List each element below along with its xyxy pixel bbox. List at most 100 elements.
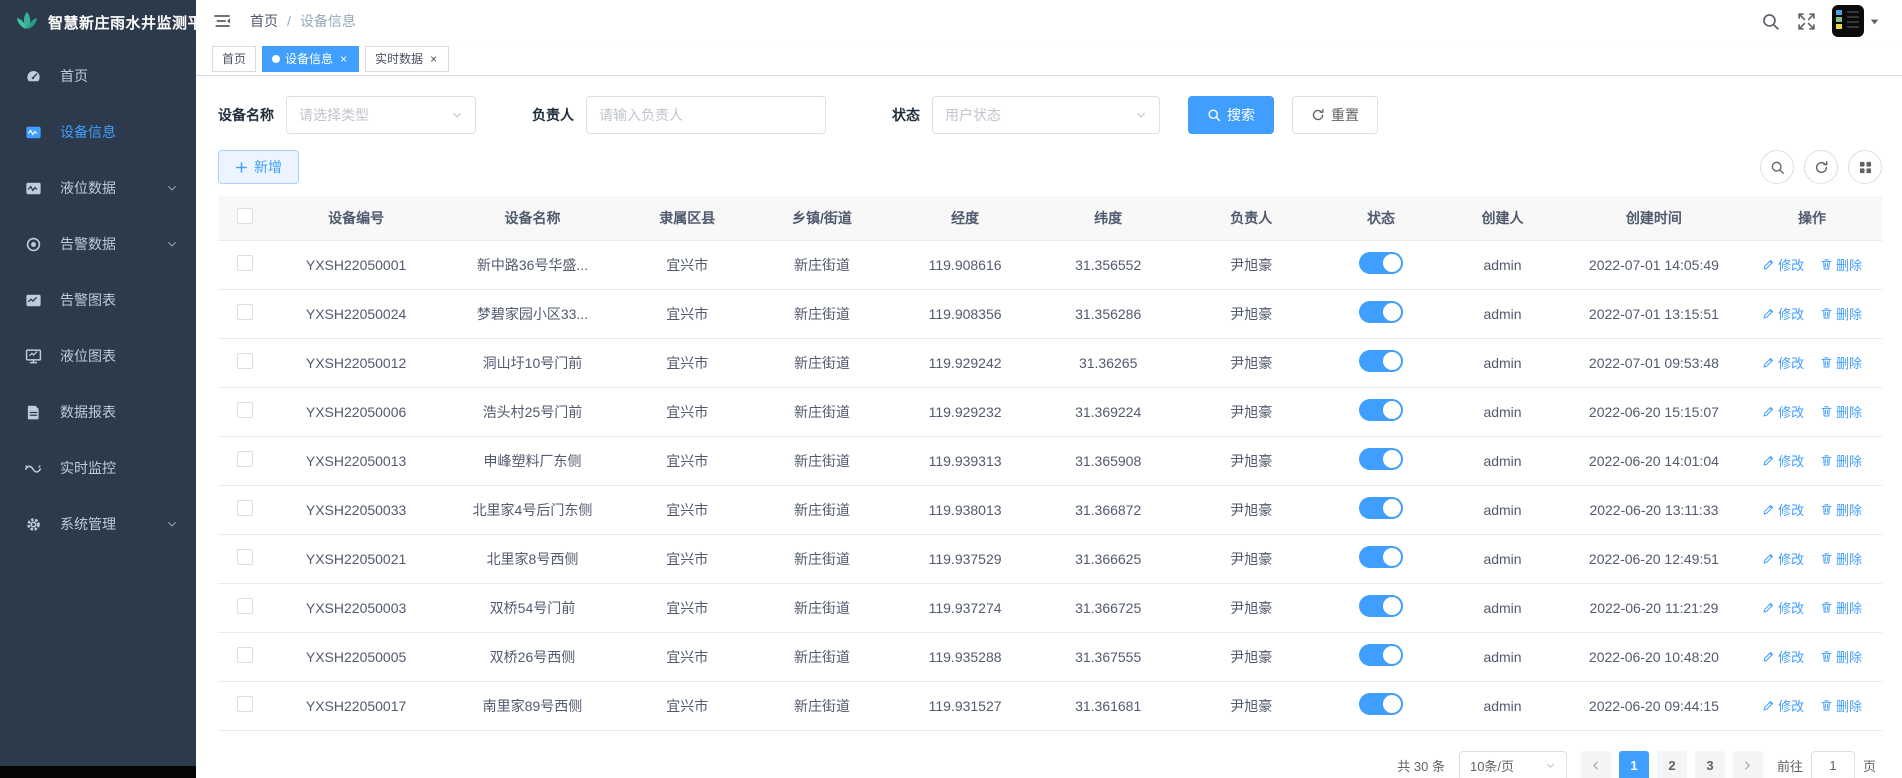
edit-link[interactable]: 修改 [1762, 255, 1804, 274]
search-icon[interactable] [1760, 150, 1794, 184]
status-toggle[interactable] [1359, 693, 1404, 715]
status-toggle[interactable] [1359, 546, 1404, 568]
row-checkbox[interactable] [236, 549, 253, 565]
sidebar-item-system-settings[interactable]: 系统管理 [0, 496, 196, 552]
owner-input[interactable] [599, 107, 813, 123]
trash-icon [1821, 504, 1832, 515]
status-toggle[interactable] [1359, 448, 1404, 470]
edit-link[interactable]: 修改 [1762, 451, 1804, 470]
breadcrumb-home[interactable]: 首页 [250, 11, 278, 31]
cell-actions: 修改 删除 [1742, 485, 1882, 535]
cell-creator: admin [1439, 240, 1566, 290]
status-toggle[interactable] [1359, 644, 1404, 666]
cell-actions: 修改 删除 [1742, 632, 1882, 682]
status-toggle[interactable] [1359, 399, 1404, 421]
add-button-label: 新增 [254, 159, 282, 175]
row-checkbox[interactable] [236, 402, 253, 418]
col-created-time: 创建时间 [1565, 196, 1743, 241]
sidebar-item-level-chart[interactable]: 液位图表 [0, 328, 196, 384]
edit-link[interactable]: 修改 [1762, 549, 1804, 568]
fullscreen-icon[interactable] [1796, 11, 1816, 31]
refresh-icon[interactable] [1804, 150, 1838, 184]
avatar [1832, 5, 1864, 37]
delete-link[interactable]: 删除 [1820, 549, 1862, 568]
cell-latitude: 31.361681 [1036, 681, 1180, 731]
edit-link[interactable]: 修改 [1762, 598, 1804, 617]
status-toggle[interactable] [1359, 595, 1404, 617]
prev-page-button[interactable] [1580, 750, 1611, 778]
status-select[interactable]: 用户状态 [932, 96, 1160, 134]
delete-link[interactable]: 删除 [1820, 647, 1862, 666]
row-checkbox[interactable] [236, 304, 253, 320]
sidebar-item-device-info[interactable]: 设备信息 [0, 104, 196, 160]
user-menu[interactable] [1832, 5, 1880, 37]
cell-owner: 尹旭豪 [1179, 583, 1323, 633]
sidebar-item-level-data[interactable]: 液位数据 [0, 160, 196, 216]
row-checkbox[interactable] [236, 500, 253, 516]
tab-realtime-data[interactable]: 实时数据 × [365, 45, 450, 72]
edit-link[interactable]: 修改 [1762, 353, 1804, 372]
close-icon[interactable]: × [338, 52, 349, 66]
row-checkbox[interactable] [236, 647, 253, 663]
status-toggle[interactable] [1359, 252, 1404, 274]
status-toggle[interactable] [1359, 350, 1404, 372]
delete-link[interactable]: 删除 [1820, 500, 1862, 519]
delete-link[interactable]: 删除 [1820, 696, 1862, 715]
delete-link[interactable]: 删除 [1820, 402, 1862, 421]
sidebar-item-alarm-data[interactable]: 告警数据 [0, 216, 196, 272]
sidebar-item-home[interactable]: 首页 [0, 48, 196, 104]
page-button-3[interactable]: 3 [1694, 750, 1725, 778]
page-button-1[interactable]: 1 [1618, 750, 1649, 778]
page-button-2[interactable]: 2 [1656, 750, 1687, 778]
status-toggle[interactable] [1359, 497, 1404, 519]
edit-link[interactable]: 修改 [1762, 696, 1804, 715]
edit-link[interactable]: 修改 [1762, 402, 1804, 421]
delete-link[interactable]: 删除 [1820, 451, 1862, 470]
chevron-down-icon [1545, 760, 1556, 771]
row-checkbox[interactable] [236, 451, 253, 467]
device-type-select[interactable]: 请选择类型 [286, 96, 476, 134]
trash-icon [1821, 406, 1832, 417]
delete-link[interactable]: 删除 [1820, 255, 1862, 274]
goto-page-input[interactable] [1810, 750, 1855, 778]
search-button[interactable]: 搜索 [1188, 96, 1274, 134]
delete-link[interactable]: 删除 [1820, 304, 1862, 323]
edit-link[interactable]: 修改 [1762, 647, 1804, 666]
add-button[interactable]: 新增 [218, 150, 299, 184]
row-checkbox[interactable] [236, 353, 253, 369]
sidebar-item-realtime-monitor[interactable]: 实时监控 [0, 440, 196, 496]
row-checkbox[interactable] [236, 598, 253, 614]
grid-icon[interactable] [1848, 150, 1882, 184]
cell-latitude: 31.365908 [1036, 436, 1180, 486]
cell-creator: admin [1439, 534, 1566, 584]
edit-link[interactable]: 修改 [1762, 500, 1804, 519]
tab-home[interactable]: 首页 [212, 45, 257, 72]
tab-device-info[interactable]: 设备信息 × [262, 45, 360, 72]
edit-link-label: 修改 [1778, 405, 1805, 420]
delete-link[interactable]: 删除 [1820, 598, 1862, 617]
cell-device-id: YXSH22050003 [271, 583, 441, 633]
delete-link-label: 删除 [1836, 356, 1863, 371]
select-all-checkbox[interactable] [236, 208, 253, 225]
sidebar-item-data-report[interactable]: 数据报表 [0, 384, 196, 440]
delete-link[interactable]: 删除 [1820, 353, 1862, 372]
cell-created-time: 2022-06-20 13:11:33 [1565, 485, 1743, 535]
search-icon[interactable] [1760, 11, 1780, 31]
cell-device-id: YXSH22050012 [271, 338, 441, 388]
close-icon[interactable]: × [428, 52, 439, 66]
table-row: YXSH22050005 双桥26号西侧 宜兴市 新庄街道 119.935288… [218, 632, 1882, 682]
status-toggle[interactable] [1359, 301, 1404, 323]
row-checkbox[interactable] [236, 255, 253, 271]
reset-button[interactable]: 重置 [1292, 96, 1378, 134]
page-size-select[interactable]: 10条/页 [1458, 750, 1567, 778]
next-page-button[interactable] [1732, 750, 1763, 778]
table-toolbar: 新增 [218, 150, 1882, 184]
cell-longitude: 119.937274 [893, 583, 1037, 633]
sidebar-item-alarm-chart[interactable]: 告警图表 [0, 272, 196, 328]
cell-town: 新庄街道 [750, 632, 894, 682]
row-select-cell [218, 485, 272, 535]
cell-town: 新庄街道 [750, 338, 894, 388]
delete-link-label: 删除 [1836, 405, 1863, 420]
row-checkbox[interactable] [236, 696, 253, 712]
edit-link[interactable]: 修改 [1762, 304, 1804, 323]
